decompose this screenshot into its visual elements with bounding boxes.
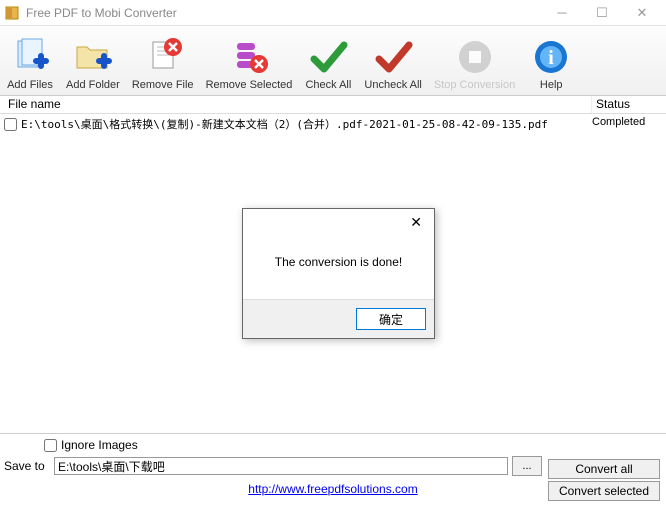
file-status-cell: Completed (592, 116, 662, 132)
check-icon (308, 37, 348, 77)
window-title: Free PDF to Mobi Converter (26, 6, 542, 20)
stop-conversion-button: Stop Conversion (428, 28, 521, 93)
uncheck-icon (373, 37, 413, 77)
remove-selected-button[interactable]: Remove Selected (200, 28, 299, 93)
toolbar: Add Files Add Folder Remove File Remove … (0, 26, 666, 96)
dialog-close-button[interactable]: ✕ (404, 214, 428, 231)
add-files-icon (10, 37, 50, 77)
close-button[interactable]: ✕ (622, 0, 662, 26)
action-buttons: Convert all Convert selected (548, 459, 660, 501)
minimize-button[interactable]: ─ (542, 0, 582, 26)
column-filename[interactable]: File name (4, 96, 592, 113)
add-folder-icon (73, 37, 113, 77)
remove-file-button[interactable]: Remove File (126, 28, 200, 93)
dialog: ✕ The conversion is done! 确定 (242, 208, 435, 339)
remove-file-icon (143, 37, 183, 77)
file-row[interactable]: E:\tools\桌面\格式转换\(复制)-新建文本文档（2）(合并）.pdf-… (0, 114, 666, 134)
save-to-input[interactable] (54, 457, 508, 475)
remove-selected-icon (229, 37, 269, 77)
save-to-label: Save to (4, 459, 50, 473)
titlebar: Free PDF to Mobi Converter ─ ☐ ✕ (0, 0, 666, 26)
convert-selected-button[interactable]: Convert selected (548, 481, 660, 501)
website-link[interactable]: http://www.freepdfsolutions.com (248, 482, 417, 496)
help-button[interactable]: i Help (521, 28, 581, 93)
browse-button[interactable]: ... (512, 456, 542, 476)
dialog-titlebar: ✕ (243, 209, 434, 235)
ignore-images-option[interactable]: Ignore Images (44, 438, 138, 452)
dialog-ok-button[interactable]: 确定 (356, 308, 426, 330)
window-controls: ─ ☐ ✕ (542, 0, 662, 26)
file-name-cell: E:\tools\桌面\格式转换\(复制)-新建文本文档（2）(合并）.pdf-… (21, 116, 592, 132)
stop-icon (455, 37, 495, 77)
svg-text:i: i (548, 47, 554, 69)
convert-all-button[interactable]: Convert all (548, 459, 660, 479)
dialog-message: The conversion is done! (243, 235, 434, 299)
column-status[interactable]: Status (592, 96, 662, 113)
add-folder-button[interactable]: Add Folder (60, 28, 126, 93)
file-checkbox[interactable] (4, 117, 17, 132)
uncheck-all-button[interactable]: Uncheck All (358, 28, 427, 93)
ignore-images-checkbox[interactable] (44, 439, 57, 452)
add-files-button[interactable]: Add Files (0, 28, 60, 93)
list-header: File name Status (0, 96, 666, 114)
app-icon (4, 5, 20, 21)
help-icon: i (531, 37, 571, 77)
maximize-button[interactable]: ☐ (582, 0, 622, 26)
check-all-button[interactable]: Check All (298, 28, 358, 93)
